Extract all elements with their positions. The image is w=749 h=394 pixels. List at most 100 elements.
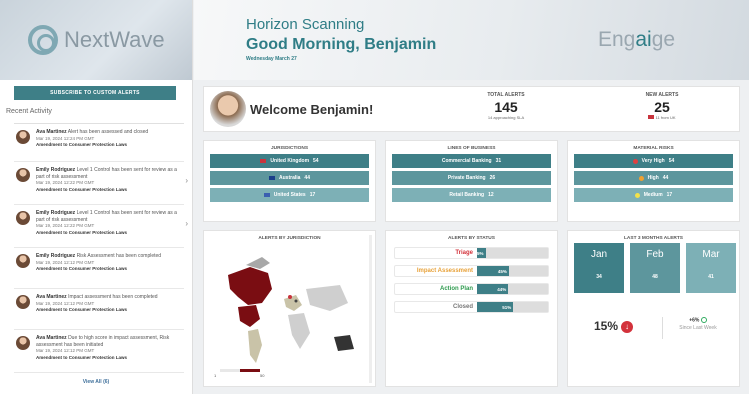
- alerts-by-jurisdiction-card: ALERTS BY JURISDICTION 1 50: [203, 230, 376, 387]
- section-title: ALERTS BY STATUS: [448, 236, 495, 241]
- chevron-right-icon[interactable]: ›: [185, 176, 188, 185]
- avatar: [16, 295, 30, 309]
- scrollbar[interactable]: [369, 235, 372, 383]
- view-all-link[interactable]: View All (6): [0, 379, 192, 385]
- pill-count: 44: [662, 175, 669, 181]
- pill-label: Medium: [643, 192, 663, 198]
- pill-label: Australia: [279, 175, 301, 181]
- jurisdiction-pill[interactable]: United Kingdom 54: [210, 154, 369, 168]
- activity-user: Emily Rodriguez: [36, 253, 76, 259]
- kpi-sub: 14 approaching SLA: [487, 115, 525, 120]
- chevron-right-icon[interactable]: ›: [185, 219, 188, 228]
- status-bar: 44%: [477, 284, 548, 294]
- avatar: [16, 211, 30, 225]
- brand-name: NextWave: [64, 27, 165, 52]
- activity-user: Ava Martinez: [36, 335, 67, 341]
- month-label: Jan: [590, 249, 608, 260]
- list-item[interactable]: Emily Rodriguez Risk Assessment has been…: [14, 248, 184, 289]
- activity-tag: Amendment to Consumer Protection Laws: [36, 307, 128, 312]
- uk-flag-icon: [648, 115, 655, 119]
- activity-text: Risk Assessment has been completed: [76, 253, 162, 259]
- activity-time: Mar 19, 2024 12:24 PM GMT: [36, 135, 95, 141]
- month-tile[interactable]: Jan 34: [574, 243, 624, 293]
- list-item[interactable]: Emily Rodriguez Level 1 Control has been…: [14, 162, 188, 205]
- activity-tag: Amendment to Consumer Protection Laws: [36, 186, 128, 192]
- uk-flag-icon: [260, 159, 267, 163]
- world-map[interactable]: [210, 245, 370, 383]
- activity-user: Ava Martinez: [36, 294, 67, 300]
- status-label: Impact Assessment: [416, 268, 473, 274]
- week-change-value: +6%: [689, 317, 700, 324]
- status-fill: 45%: [477, 266, 509, 276]
- lob-pill[interactable]: Commercial Banking 31: [392, 154, 551, 168]
- logo: NextWave: [0, 0, 192, 80]
- status-row[interactable]: Action Plan 44%: [394, 283, 549, 295]
- activity-tag: Amendment to Consumer Protection Laws: [36, 266, 128, 271]
- map-legend-min: 1: [214, 373, 217, 378]
- page-title: Horizon Scanning: [246, 16, 365, 33]
- australia-flag-icon: [269, 176, 276, 180]
- risk-pill[interactable]: High 44: [574, 171, 733, 185]
- header-banner: Horizon Scanning Good Morning, Benjamin …: [194, 0, 749, 80]
- date-label: Wednesday March 27: [246, 56, 297, 62]
- pill-label: United States: [273, 192, 306, 198]
- pill-count: 54: [313, 158, 319, 164]
- status-fill: 5%: [477, 248, 486, 258]
- activity-text: Alert has been assessed and closed: [67, 129, 149, 135]
- circle-orange-icon: [638, 175, 644, 181]
- list-item[interactable]: Ava Martinez Alert has been assessed and…: [14, 124, 184, 162]
- lob-pill[interactable]: Retail Banking 12: [392, 188, 551, 202]
- pill-count: 17: [666, 192, 673, 198]
- month-count: 48: [652, 274, 658, 280]
- month-label: Mar: [702, 249, 720, 260]
- status-row[interactable]: Triage 5%: [394, 247, 549, 259]
- risk-pill[interactable]: Medium 17: [574, 188, 733, 202]
- activity-list: Ava Martinez Alert has been assessed and…: [14, 123, 188, 373]
- pill-label: Commercial Banking: [441, 158, 492, 164]
- arrow-down-icon: ↓: [621, 320, 634, 333]
- avatar: [16, 168, 30, 182]
- us-flag-icon: [263, 193, 270, 197]
- new-alerts-kpi[interactable]: NEW ALERTS 25 11 from UK: [622, 92, 702, 120]
- circle-yellow-icon: [634, 192, 640, 198]
- last-3-months-card: LAST 3 MONTHS ALERTS Jan 34 Feb 48 Mar 41 1…: [567, 230, 740, 387]
- section-title: LAST 3 MONTHS ALERTS: [624, 236, 683, 241]
- pill-label: Very High: [641, 158, 665, 164]
- list-item[interactable]: Ava Martinez Due to high score in impact…: [14, 330, 184, 373]
- total-alerts-kpi[interactable]: TOTAL ALERTS 145 14 approaching SLA: [466, 92, 546, 120]
- status-bar: 45%: [477, 266, 548, 276]
- month-tile[interactable]: Feb 48: [630, 243, 680, 293]
- month-count: 34: [596, 274, 602, 280]
- activity-user: Ava Martinez: [36, 129, 67, 135]
- status-row[interactable]: Impact Assessment 45%: [394, 265, 549, 277]
- list-item[interactable]: Emily Rodriguez Level 1 Control has been…: [14, 205, 188, 248]
- risk-pill[interactable]: Very High 54: [574, 154, 733, 168]
- triangle-warning-icon: [632, 158, 638, 164]
- kpi-label: TOTAL ALERTS: [487, 92, 525, 98]
- pill-label: High: [647, 175, 659, 181]
- alerts-by-status-card: ALERTS BY STATUS Triage 5% Impact Assessme…: [385, 230, 558, 387]
- pill-count: 44: [304, 175, 310, 181]
- jurisdictions-card: JURISDICTIONS United Kingdom 54 Australia…: [203, 140, 376, 222]
- week-change: +6% Since Last Week: [663, 317, 733, 331]
- since-label: Since Last Week: [679, 325, 717, 332]
- jurisdiction-pill[interactable]: Australia 44: [210, 171, 369, 185]
- status-list: Triage 5% Impact Assessment 45% Action Plan 4…: [386, 247, 557, 313]
- lob-pill[interactable]: Private Banking 26: [392, 171, 551, 185]
- product-logo: Engaige: [598, 28, 675, 52]
- kpi-value: 25: [654, 99, 670, 115]
- greeting: Good Morning, Benjamin: [246, 36, 437, 53]
- jurisdiction-pill[interactable]: United States 17: [210, 188, 369, 202]
- pill-count: 54: [668, 158, 675, 164]
- product-logo-pre: Eng: [598, 28, 636, 51]
- section-title: LINES OF BUSINESS: [447, 146, 496, 151]
- status-label: Triage: [455, 250, 473, 256]
- status-label: Closed: [452, 304, 473, 310]
- change-percent-value: 15%: [594, 319, 619, 333]
- status-row[interactable]: Closed 51%: [394, 301, 549, 313]
- list-item[interactable]: Ava Martinez Impact assessment has been …: [14, 289, 184, 330]
- pill-label: Retail Banking: [449, 192, 485, 198]
- subscribe-button[interactable]: SUBSCRIBE TO CUSTOM ALERTS: [14, 86, 176, 100]
- pill-count: 12: [488, 192, 494, 198]
- month-tile[interactable]: Mar 41: [686, 243, 736, 293]
